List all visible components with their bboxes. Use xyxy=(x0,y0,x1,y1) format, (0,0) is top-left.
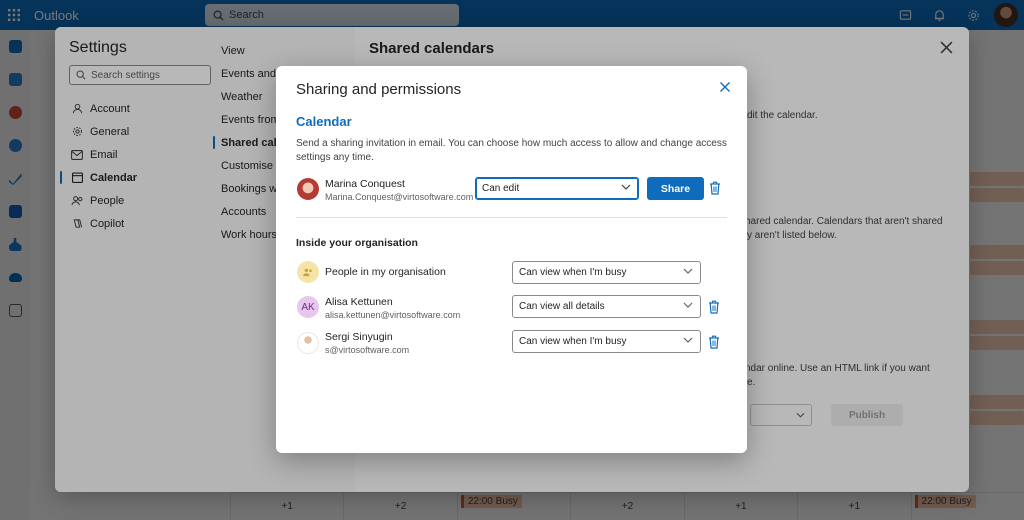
invitee-name: Marina Conquest xyxy=(325,178,405,190)
member-email: s@virtosoftware.com xyxy=(325,345,410,355)
people-icon xyxy=(303,268,312,277)
delete-icon[interactable] xyxy=(708,300,720,314)
member-name: People in my organisation xyxy=(325,266,446,278)
share-button[interactable]: Share xyxy=(647,177,704,200)
chevron-down-icon xyxy=(621,184,631,190)
inside-organisation-title: Inside your organisation xyxy=(296,237,418,249)
delete-icon[interactable] xyxy=(708,335,720,349)
chevron-down-icon xyxy=(683,302,693,308)
close-icon[interactable] xyxy=(719,81,733,95)
invitee-permission-select[interactable]: Can edit xyxy=(475,177,639,200)
delete-icon[interactable] xyxy=(709,181,721,195)
member-name: Sergi Sinyugin xyxy=(325,331,393,343)
avatar xyxy=(297,332,319,354)
member-permission-select[interactable]: Can view all details xyxy=(512,295,701,318)
member-email: alisa.kettunen@virtosoftware.com xyxy=(325,310,461,320)
organisation-avatar xyxy=(297,261,319,283)
invitee-email: Marina.Conquest@virtosoftware.com xyxy=(325,192,474,202)
dialog-title: Sharing and permissions xyxy=(296,81,462,98)
member-permission-select[interactable]: Can view when I'm busy xyxy=(512,330,701,353)
divider xyxy=(296,217,727,218)
sharing-permissions-dialog: Sharing and permissions Calendar Send a … xyxy=(276,66,747,453)
member-name: Alisa Kettunen xyxy=(325,296,393,308)
member-permission-select[interactable]: Can view when I'm busy xyxy=(512,261,701,284)
section-title: Calendar xyxy=(296,114,352,129)
avatar xyxy=(297,178,319,200)
avatar-initials: AK xyxy=(297,296,319,318)
chevron-down-icon xyxy=(683,268,693,274)
chevron-down-icon xyxy=(683,337,693,343)
dialog-description: Send a sharing invitation in email. You … xyxy=(296,138,727,163)
